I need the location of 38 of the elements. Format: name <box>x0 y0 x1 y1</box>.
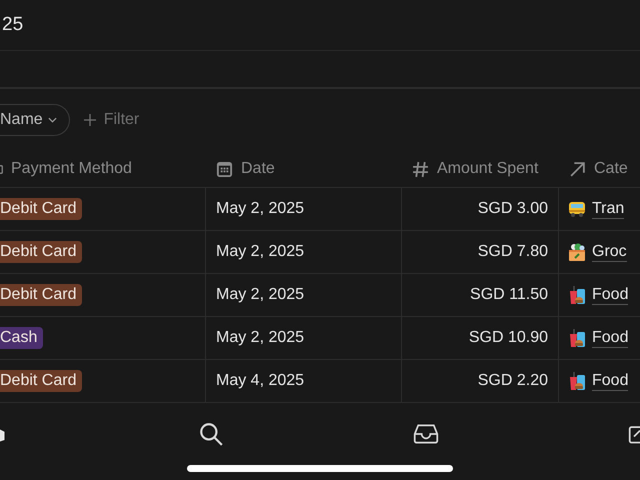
amount-cell: SGD 3.00 <box>478 200 548 218</box>
category-link[interactable]: Food <box>592 372 628 390</box>
payment-tag: Debit Card <box>0 241 82 263</box>
category-link[interactable]: Food <box>592 286 628 304</box>
bus-icon <box>567 199 587 219</box>
category-link[interactable]: Food <box>592 328 628 348</box>
grocery-box-icon <box>567 242 587 262</box>
filter-button[interactable]: Filter <box>84 111 140 129</box>
date-cell: May 4, 2025 <box>216 372 304 390</box>
column-header[interactable]: Amount Spent <box>437 160 538 178</box>
category-link[interactable]: Groc <box>592 242 627 262</box>
date-cell: May 2, 2025 <box>216 243 304 261</box>
payment-tag: Debit Card <box>0 370 82 392</box>
amount-cell: SGD 10.90 <box>468 329 548 347</box>
date-cell: May 2, 2025 <box>216 286 304 304</box>
amount-cell: SGD 7.80 <box>478 243 548 261</box>
page-title: 25 <box>2 14 24 36</box>
arrow-up-right-icon <box>569 160 586 178</box>
column-header[interactable]: Cate <box>594 160 628 178</box>
column-header[interactable]: Payment Method <box>11 160 132 178</box>
amount-cell: SGD 11.50 <box>470 286 548 304</box>
drink-and-burger-icon <box>567 371 587 391</box>
payment-tag: Debit Card <box>0 284 82 306</box>
column-header[interactable]: Date <box>241 160 275 178</box>
plus-icon <box>84 114 96 126</box>
drink-and-burger-icon <box>567 328 587 348</box>
category-link[interactable]: Tran <box>592 200 624 218</box>
payment-tag: Cash <box>0 327 44 349</box>
date-cell: May 2, 2025 <box>216 329 304 347</box>
calendar-icon <box>216 160 233 178</box>
sort-chip[interactable]: Name <box>0 104 70 136</box>
date-cell: May 2, 2025 <box>216 200 304 218</box>
search-icon[interactable] <box>198 421 224 447</box>
chevron-down-icon <box>48 117 57 123</box>
drink-and-burger-icon <box>567 285 587 305</box>
hash-icon <box>412 160 429 178</box>
amount-cell: SGD 2.20 <box>478 372 548 390</box>
payment-tag: Debit Card <box>0 198 82 220</box>
